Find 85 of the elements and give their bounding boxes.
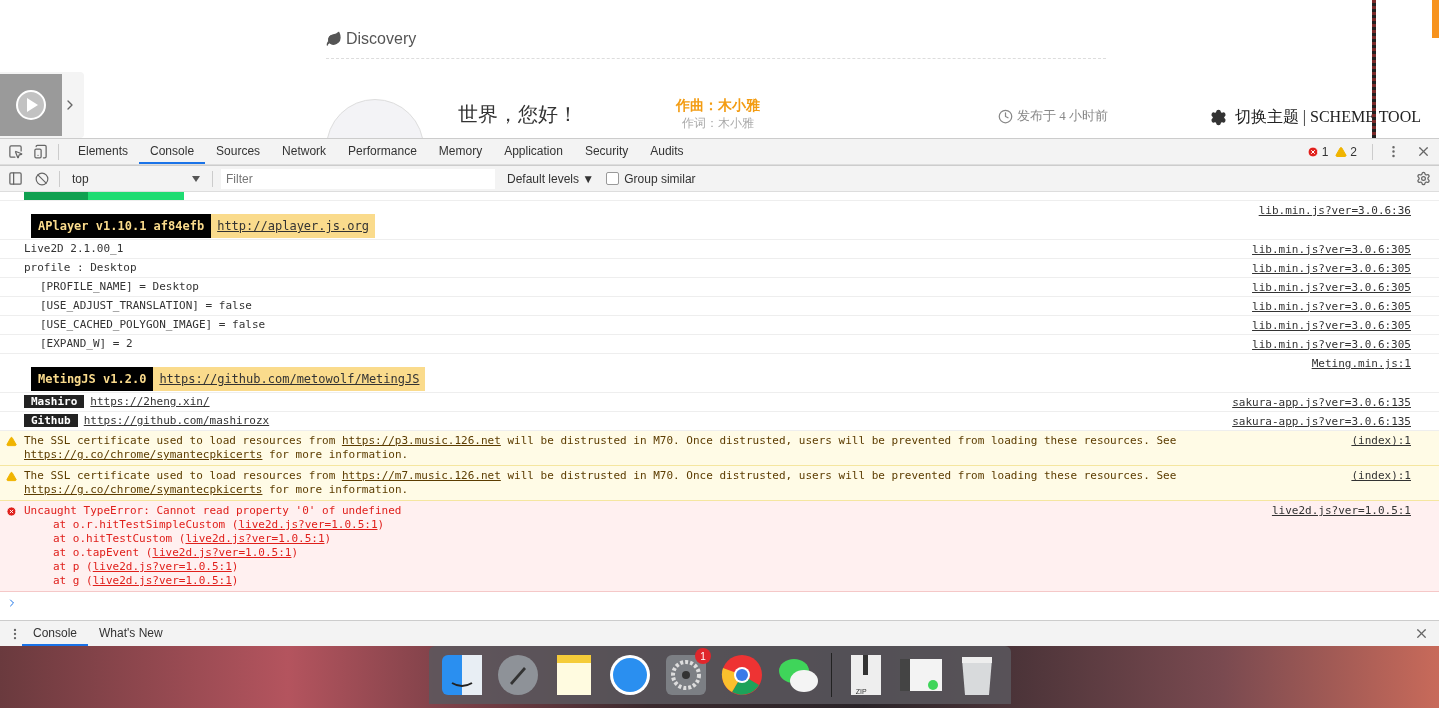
- library-link[interactable]: http://aplayer.js.org: [211, 214, 375, 238]
- source-link[interactable]: Meting.min.js:1: [1311, 357, 1411, 370]
- stack-trace-line: at o.tapEvent (live2d.js?ver=1.0.5:1): [53, 546, 299, 559]
- author-tag: Github: [24, 414, 78, 427]
- author-link[interactable]: https://2heng.xin/: [90, 395, 210, 408]
- library-link[interactable]: https://github.com/metowolf/MetingJS: [153, 367, 426, 391]
- source-link[interactable]: lib.min.js?ver=3.0.6:305: [1252, 242, 1411, 256]
- devtools-tab[interactable]: Audits: [639, 139, 695, 164]
- info-link[interactable]: https://g.co/chrome/symantecpkicerts: [24, 483, 263, 496]
- source-link[interactable]: sakura-app.js?ver=3.0.6:135: [1232, 395, 1411, 409]
- scrollbar-thumb[interactable]: [1432, 0, 1439, 38]
- dropdown-caret-icon: [192, 175, 200, 182]
- warning-icon: [6, 471, 17, 482]
- resource-link[interactable]: https://p3.music.126.net: [341, 434, 501, 447]
- stack-source-link[interactable]: live2d.js?ver=1.0.5:1: [185, 532, 325, 545]
- warning-message: The SSL certificate used to load resources from https://p3.music.126.net will be distrusted in M70. Once distrusted, users will be prevented from loading these resources. See https://g.co/chrome/symantecpkicerts for more information.: [24, 434, 1177, 461]
- resource-link[interactable]: https://m7.music.126.net: [341, 469, 501, 482]
- notification-badge: 1: [695, 648, 712, 664]
- source-link[interactable]: lib.min.js?ver=3.0.6:305: [1252, 280, 1411, 294]
- source-link[interactable]: (index):1: [1351, 434, 1411, 447]
- clock-icon: [998, 108, 1013, 124]
- source-link[interactable]: lib.min.js?ver=3.0.6:305: [1252, 337, 1411, 351]
- source-link[interactable]: live2d.js?ver=1.0.5:1: [1271, 504, 1411, 517]
- log-text: profile : Desktop: [24, 261, 137, 274]
- log-text: [PROFILE_NAME] = Desktop: [40, 280, 199, 293]
- devtools-tab[interactable]: Memory: [427, 139, 494, 164]
- sidebar-toggle-icon[interactable]: [6, 169, 25, 188]
- device-toolbar-icon[interactable]: [31, 142, 50, 161]
- error-message: Uncaught TypeError: Cannot read property '0' of undefined: [24, 504, 402, 517]
- devtools-tab[interactable]: Performance: [337, 139, 428, 164]
- stack-source-link[interactable]: live2d.js?ver=1.0.5:1: [238, 518, 378, 531]
- warning-count[interactable]: 2: [1350, 144, 1357, 159]
- settings-icon[interactable]: [1414, 169, 1433, 188]
- devtools-tab[interactable]: Sources: [205, 139, 272, 164]
- composer-credit: 作曲：木小雅: [676, 97, 760, 115]
- error-icon: [1306, 145, 1319, 158]
- info-link[interactable]: https://g.co/chrome/symantecpkicerts: [24, 448, 263, 461]
- stack-source-link[interactable]: live2d.js?ver=1.0.5:1: [152, 546, 292, 559]
- chrome-icon[interactable]: [720, 653, 764, 697]
- library-banner-label: MetingJS v1.2.0: [31, 367, 154, 391]
- stack-trace-line: at g (live2d.js?ver=1.0.5:1): [53, 574, 239, 587]
- source-link[interactable]: sakura-app.js?ver=3.0.6:135: [1232, 414, 1411, 428]
- stack-trace-line: at o.hitTestCustom (live2d.js?ver=1.0.5:1): [53, 532, 332, 545]
- stack-trace-line: at p (live2d.js?ver=1.0.5:1): [53, 560, 239, 573]
- settings-icon: [1209, 108, 1227, 126]
- warning-icon: [6, 436, 17, 447]
- source-link[interactable]: (index):1: [1351, 469, 1411, 482]
- group-similar-checkbox[interactable]: Group similar: [606, 171, 696, 186]
- finder-icon[interactable]: [440, 653, 485, 697]
- stack-source-link[interactable]: live2d.js?ver=1.0.5:1: [92, 574, 232, 587]
- post-time: 发布于 4 小时前: [1017, 107, 1108, 125]
- source-link[interactable]: lib.min.js?ver=3.0.6:36: [1258, 204, 1411, 217]
- leaf-icon: [326, 31, 342, 47]
- log-text: Live2D 2.1.00_1: [24, 242, 124, 255]
- filter-field[interactable]: Filter: [221, 168, 495, 189]
- devtools-tab[interactable]: Application: [493, 139, 574, 164]
- stack-source-link[interactable]: live2d.js?ver=1.0.5:1: [92, 560, 232, 573]
- source-link[interactable]: lib.min.js?ver=3.0.6:305: [1252, 318, 1411, 332]
- author-tag: Mashiro: [24, 395, 85, 408]
- library-banner-label: APlayer v1.10.1 af84efb: [31, 214, 212, 238]
- lyricist-credit: 作词：木小雅: [682, 115, 754, 132]
- log-text: [USE_CACHED_POLYGON_IMAGE] = false: [40, 318, 266, 331]
- log-text: [EXPAND_W] = 2: [40, 337, 133, 350]
- inspect-element-icon[interactable]: [6, 142, 25, 161]
- source-link[interactable]: lib.min.js?ver=3.0.6:305: [1252, 299, 1411, 313]
- section-title: Discovery: [346, 30, 417, 48]
- gear-icon[interactable]: [664, 653, 709, 697]
- warning-icon: [1335, 145, 1348, 158]
- error-icon: [6, 506, 17, 517]
- play-icon[interactable]: [16, 90, 46, 120]
- author-link[interactable]: https://github.com/mashirozx: [83, 414, 270, 427]
- stack-trace-line: at o.r.hitTestSimpleCustom (live2d.js?ver=1.0.5:1): [53, 518, 385, 531]
- context-select[interactable]: top: [68, 171, 204, 186]
- levels-dropdown[interactable]: Default levels ▼: [501, 170, 601, 187]
- music-player-card[interactable]: [0, 72, 84, 138]
- devtools-tab[interactable]: Security: [573, 139, 640, 164]
- error-count[interactable]: 1: [1321, 144, 1329, 159]
- source-link[interactable]: lib.min.js?ver=3.0.6:305: [1252, 261, 1411, 275]
- drawer-tab[interactable]: What's New: [88, 621, 174, 646]
- devtools-tab[interactable]: Elements: [67, 139, 140, 164]
- log-text: [USE_ADJUST_TRANSLATION] = false: [40, 299, 252, 312]
- scheme-tool-button[interactable]: 切换主题 | SCHEME TOOL: [1209, 106, 1421, 128]
- devtools-tab[interactable]: Network: [271, 139, 338, 164]
- post-title[interactable]: 世界，您好！: [458, 101, 648, 128]
- warning-message: The SSL certificate used to load resources from https://m7.music.126.net will be distrusted in M70. Once distrusted, users will be prevented from loading these resources. See https://g.co/chrome/symantecpkicerts for more information.: [24, 469, 1177, 496]
